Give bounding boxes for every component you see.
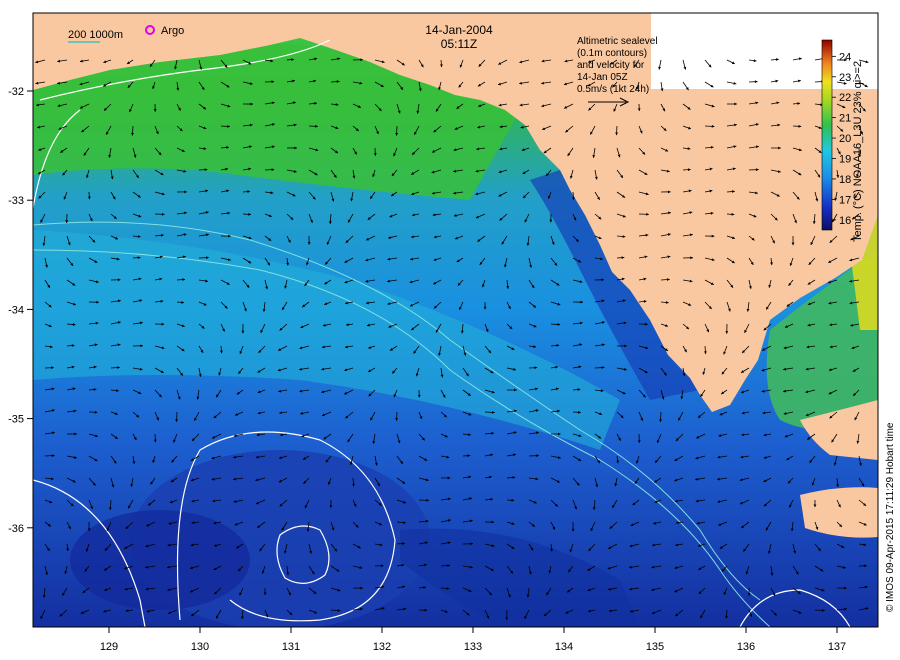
velocity-note-line1: Altimetric sealevel — [577, 36, 658, 47]
colorbar-tick-label: 21 — [839, 113, 851, 125]
argo-label: Argo — [161, 25, 184, 37]
velocity-note-line5: 0.5m/s (1kt 24h) — [577, 84, 649, 95]
lon-tick-label: 131 — [282, 641, 300, 653]
latitude-axis: -32 -33 -34 -35 -36 — [8, 86, 33, 535]
time-label: 05:11Z — [441, 37, 477, 51]
lon-tick-label: 137 — [828, 641, 846, 653]
lat-tick-label: -33 — [8, 195, 24, 207]
lon-tick-label: 129 — [100, 641, 118, 653]
credit-text: © IMOS 09-Apr-2015 17:11:29 Hobart time — [885, 422, 896, 612]
lat-tick-label: -34 — [8, 304, 24, 316]
colorbar-tick-label: 16 — [839, 215, 851, 227]
longitude-axis: 129 130 131 132 133 134 135 136 137 — [100, 627, 846, 653]
velocity-note-line2: (0.1m contours) — [577, 48, 647, 59]
colorbar-title: Temp. (°C) NOAA16_L3U 23% qi>=2 — [852, 61, 864, 242]
lon-tick-label: 132 — [373, 641, 391, 653]
lat-tick-label: -32 — [8, 86, 24, 98]
date-label: 14-Jan-2004 — [425, 23, 493, 37]
cold-core — [70, 510, 250, 610]
velocity-note-line3: and velocity for — [577, 60, 645, 71]
colorbar-tick-label: 19 — [839, 153, 851, 165]
lat-tick-label: -35 — [8, 414, 24, 426]
colorbar — [821, 39, 833, 231]
land-island — [800, 487, 878, 538]
colorbar-tick-label: 24 — [839, 51, 851, 63]
colorbar-tick-label: 17 — [839, 194, 851, 206]
scale-bar-label: 200 1000m — [68, 29, 123, 41]
colorbar-tick-label: 23 — [839, 72, 851, 84]
lon-tick-label: 135 — [646, 641, 664, 653]
colorbar-tick-label: 18 — [839, 174, 851, 186]
colorbar-tick-label: 20 — [839, 133, 851, 145]
sst-map: 200 1000m Argo 14-Jan-2004 05:11Z Altime… — [8, 12, 896, 653]
lon-tick-label: 134 — [555, 641, 573, 653]
lon-tick-label: 133 — [464, 641, 482, 653]
velocity-note-line4: 14-Jan 05Z — [577, 72, 628, 83]
lat-tick-label: -36 — [8, 523, 24, 535]
lon-tick-label: 130 — [191, 641, 209, 653]
lon-tick-label: 136 — [737, 641, 755, 653]
colorbar-tick-label: 22 — [839, 92, 851, 104]
